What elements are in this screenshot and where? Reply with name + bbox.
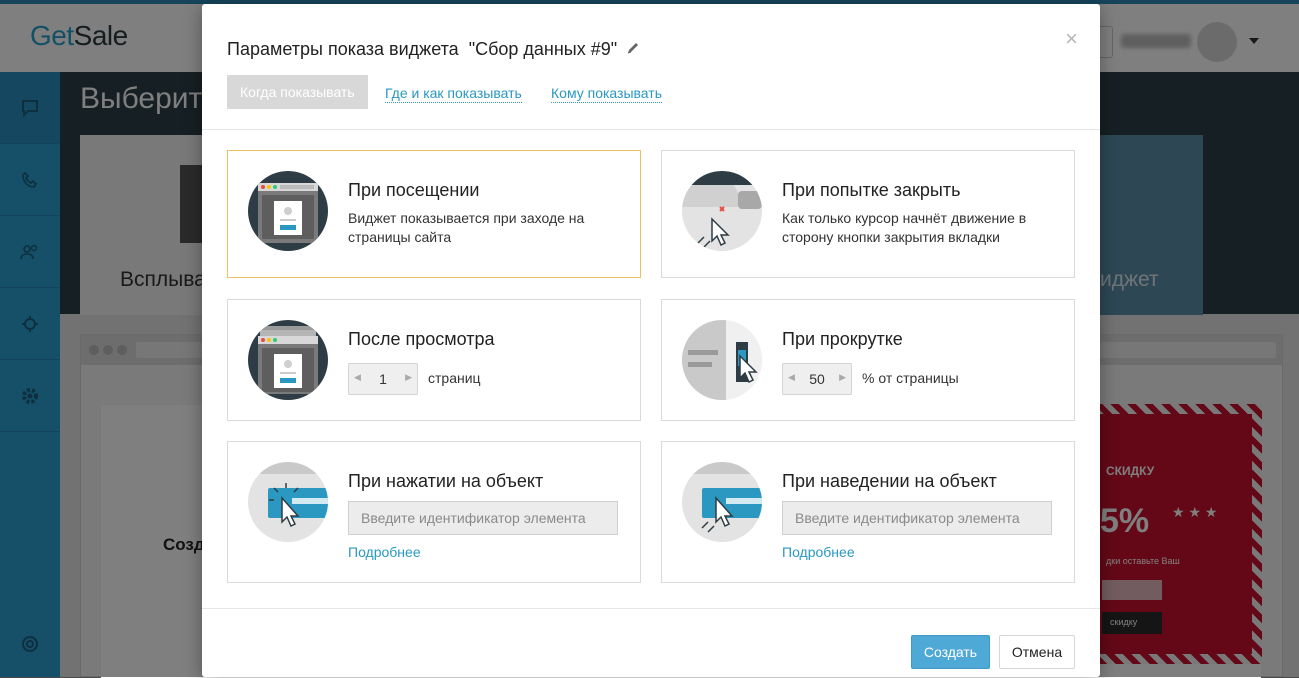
modal-footer: Создать Отмена	[202, 608, 1100, 677]
option-on-close-attempt[interactable]: При попытке закрыть Как только курсор на…	[661, 150, 1075, 278]
cursor-close-tab-icon	[682, 171, 762, 251]
hover-element-id-input[interactable]	[782, 501, 1052, 535]
option-on-visit[interactable]: При посещении Виджет показывается при за…	[227, 150, 641, 278]
more-info-link[interactable]: Подробнее	[348, 544, 421, 560]
click-object-icon	[248, 462, 328, 542]
hover-object-icon	[682, 462, 762, 542]
close-icon[interactable]: ×	[1065, 28, 1078, 50]
modal-body: При посещении Виджет показывается при за…	[202, 131, 1100, 608]
create-button[interactable]: Создать	[911, 635, 990, 669]
option-title: При нажатии на объект	[348, 471, 544, 491]
cancel-button[interactable]: Отмена	[999, 635, 1075, 669]
pages-count-stepper[interactable]: ◀ 1 ▶	[348, 363, 418, 395]
modal-title-text: Параметры показа виджета	[227, 39, 459, 59]
option-title: При наведении на объект	[782, 471, 997, 491]
option-title: При прокрутке	[782, 329, 903, 349]
tab-to-whom[interactable]: Кому показывать	[551, 85, 662, 103]
widget-name: "Сбор данных #9"	[468, 39, 618, 59]
scroll-percent-stepper[interactable]: ◀ 50 ▶	[782, 363, 852, 395]
scroll-cursor-icon	[682, 320, 762, 400]
option-after-views[interactable]: После просмотра ◀ 1 ▶ страниц	[227, 299, 641, 421]
stacked-pages-icon	[248, 320, 328, 400]
stepper-increment[interactable]: ▶	[839, 372, 846, 383]
tab-where-and-how[interactable]: Где и как показывать	[385, 85, 522, 103]
stepper-increment[interactable]: ▶	[405, 372, 412, 383]
more-info-link[interactable]: Подробнее	[782, 544, 855, 560]
option-description: Как только курсор начнёт движение в стор…	[782, 210, 1027, 245]
option-title: После просмотра	[348, 329, 495, 349]
option-title: При посещении	[348, 180, 480, 200]
browser-window-icon	[248, 171, 328, 251]
option-description: Виджет показывается при заходе на страни…	[348, 210, 585, 245]
modal-title: Параметры показа виджета "Сбор данных #9"	[227, 39, 640, 60]
option-on-hover[interactable]: При наведении на объект Подробнее	[661, 441, 1075, 583]
tab-when-to-show[interactable]: Когда показывать	[227, 75, 368, 109]
option-on-click[interactable]: При нажатии на объект Подробнее	[227, 441, 641, 583]
click-element-id-input[interactable]	[348, 501, 618, 535]
pencil-icon[interactable]	[626, 41, 640, 60]
option-title: При попытке закрыть	[782, 180, 961, 200]
widget-display-settings-modal: Параметры показа виджета "Сбор данных #9"…	[202, 4, 1100, 677]
stepper-suffix: % от страницы	[862, 370, 959, 386]
stepper-suffix: страниц	[428, 370, 481, 386]
option-on-scroll[interactable]: При прокрутке ◀ 50 ▶ % от страницы	[661, 299, 1075, 421]
modal-header: Параметры показа виджета "Сбор данных #9"…	[202, 4, 1100, 130]
